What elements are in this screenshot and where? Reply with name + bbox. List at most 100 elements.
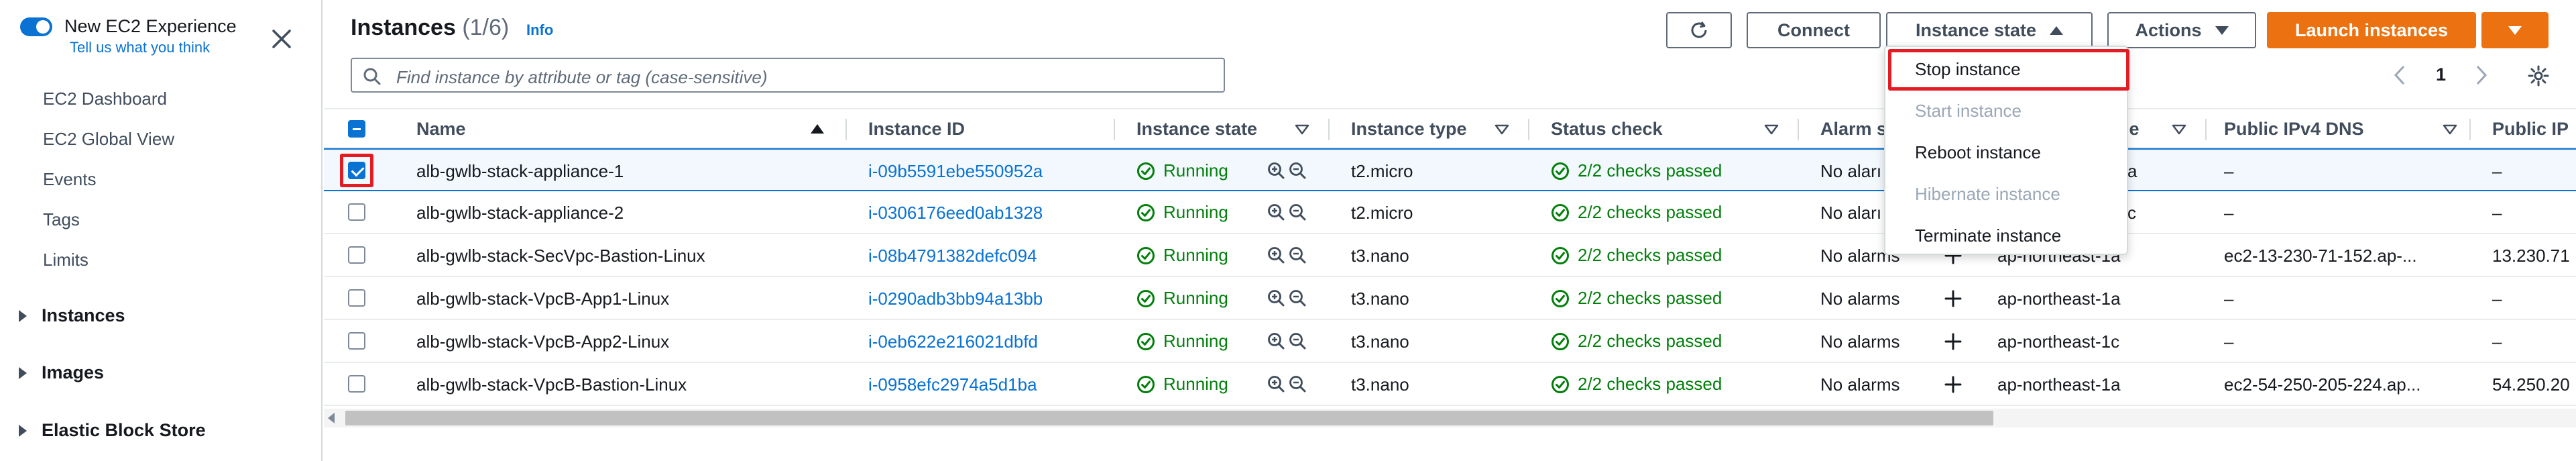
info-link[interactable]: Info: [526, 21, 553, 39]
new-experience-toggle[interactable]: [20, 17, 52, 36]
zoom-out-icon[interactable]: [1288, 203, 1307, 221]
table-row[interactable]: alb-gwlb-stack-VpcB-App2-Linux i-0eb622e2…: [324, 320, 2576, 363]
column-header-status-check[interactable]: Status check: [1551, 119, 1663, 140]
sidebar-section-images[interactable]: Images: [19, 362, 104, 383]
selection-count: (1/6): [462, 15, 510, 40]
column-header-public-ip[interactable]: Public IP: [2492, 119, 2569, 140]
instance-id-link[interactable]: i-0290adb3bb94a13bb: [868, 289, 1043, 309]
row-checkbox[interactable]: [348, 375, 365, 393]
column-header-alarm-status[interactable]: Alarm s: [1820, 119, 1887, 140]
instance-id-link[interactable]: i-0eb622e216021dbfd: [868, 331, 1038, 352]
menu-item-stop-instance[interactable]: Stop instance: [1915, 59, 2021, 80]
column-divider[interactable]: [1528, 119, 1529, 140]
caret-right-icon: [19, 366, 27, 379]
close-icon[interactable]: [268, 25, 295, 52]
refresh-button[interactable]: [1666, 12, 1732, 48]
public-ipv4-dns: ec2-13-230-71-152.ap-...: [2224, 246, 2417, 266]
zoom-in-icon[interactable]: [1267, 331, 1285, 350]
alarm-status: No alarms: [1820, 331, 1900, 352]
row-checkbox[interactable]: [348, 289, 365, 307]
sidebar-section-ebs[interactable]: Elastic Block Store: [19, 420, 206, 441]
horizontal-scrollbar[interactable]: [324, 409, 2576, 427]
chevron-left-icon[interactable]: [2393, 64, 2406, 86]
sidebar-section-instances[interactable]: Instances: [19, 305, 125, 326]
scroll-left-icon[interactable]: [328, 413, 335, 423]
connect-button[interactable]: Connect: [1747, 12, 1881, 48]
column-header-public-dns[interactable]: Public IPv4 DNS: [2224, 119, 2364, 140]
table-row[interactable]: alb-gwlb-stack-VpcB-App1-Linux i-0290adb3…: [324, 277, 2576, 320]
search-input[interactable]: Find instance by attribute or tag (case-…: [351, 58, 1225, 93]
zoom-out-icon[interactable]: [1288, 331, 1307, 350]
table-row[interactable]: alb-gwlb-stack-VpcB-Bastion-Linux i-0958e…: [324, 363, 2576, 406]
table-row[interactable]: alb-gwlb-stack-SecVpc-Bastion-Linux i-08b…: [324, 234, 2576, 277]
main-content: Instances (1/6) Info Connect Instance st…: [324, 0, 2576, 461]
column-divider[interactable]: [845, 119, 847, 140]
zoom-in-icon[interactable]: [1267, 161, 1285, 180]
instance-state-text: Running: [1163, 245, 1228, 265]
zoom-out-icon[interactable]: [1288, 374, 1307, 393]
zoom-in-icon[interactable]: [1267, 246, 1285, 264]
select-all-checkbox[interactable]: [348, 120, 365, 138]
launch-instances-button[interactable]: Launch instances: [2267, 12, 2476, 48]
zoom-in-icon[interactable]: [1267, 289, 1285, 307]
filter-icon[interactable]: [1295, 124, 1309, 135]
feedback-link[interactable]: Tell us what you think: [70, 39, 210, 56]
instance-name: alb-gwlb-stack-VpcB-App1-Linux: [416, 289, 670, 309]
menu-item-terminate-instance[interactable]: Terminate instance: [1915, 225, 2061, 246]
sidebar-item-ec2-dashboard[interactable]: EC2 Dashboard: [43, 89, 167, 109]
settings-icon[interactable]: [2527, 64, 2550, 87]
status-check-text: 2/2 checks passed: [1578, 331, 1722, 351]
public-ipv4-dns: –: [2224, 289, 2234, 309]
column-header-name[interactable]: Name: [416, 119, 466, 140]
check-circle-icon: [1552, 246, 1569, 264]
filter-icon[interactable]: [1495, 124, 1509, 135]
filter-icon[interactable]: [1764, 124, 1779, 135]
instance-id-link[interactable]: i-09b5591ebe550952a: [868, 161, 1043, 182]
menu-item-start-instance[interactable]: Start instance: [1915, 101, 2022, 121]
column-header-instance-id[interactable]: Instance ID: [868, 119, 965, 140]
zoom-in-icon[interactable]: [1267, 374, 1285, 393]
menu-item-hibernate-instance[interactable]: Hibernate instance: [1915, 184, 2060, 205]
chevron-right-icon[interactable]: [2475, 64, 2488, 86]
instance-id-link[interactable]: i-08b4791382defc094: [868, 246, 1037, 266]
state-zoom-controls: [1267, 374, 1309, 393]
sidebar-item-limits[interactable]: Limits: [43, 250, 89, 270]
row-checkbox[interactable]: [348, 332, 365, 350]
instance-id-link[interactable]: i-0958efc2974a5d1ba: [868, 374, 1037, 395]
table-row[interactable]: alb-gwlb-stack-appliance-1 i-09b5591ebe55…: [324, 148, 2576, 191]
filter-icon[interactable]: [2443, 124, 2457, 135]
row-checkbox[interactable]: [348, 203, 365, 221]
launch-dropdown-button[interactable]: [2481, 12, 2549, 48]
sidebar-item-events[interactable]: Events: [43, 169, 97, 190]
column-header-instance-state[interactable]: Instance state: [1136, 119, 1257, 140]
column-divider[interactable]: [1114, 119, 1115, 140]
status-check-text: 2/2 checks passed: [1578, 374, 1722, 394]
row-checkbox[interactable]: [348, 246, 365, 264]
filter-icon[interactable]: [2172, 124, 2186, 135]
column-header-instance-type[interactable]: Instance type: [1351, 119, 1467, 140]
zoom-out-icon[interactable]: [1288, 246, 1307, 264]
plus-icon[interactable]: [1944, 332, 1963, 351]
actions-button[interactable]: Actions: [2107, 12, 2256, 48]
menu-item-reboot-instance[interactable]: Reboot instance: [1915, 142, 2041, 163]
column-divider[interactable]: [1328, 119, 1330, 140]
scrollbar-thumb[interactable]: [345, 411, 1993, 425]
instance-id-link[interactable]: i-0306176eed0ab1328: [868, 203, 1043, 223]
plus-icon[interactable]: [1944, 289, 1963, 308]
zoom-out-icon[interactable]: [1288, 289, 1307, 307]
table-row[interactable]: alb-gwlb-stack-appliance-2 i-0306176eed0a…: [324, 191, 2576, 234]
plus-icon[interactable]: [1944, 375, 1963, 394]
sort-ascending-icon[interactable]: [811, 124, 824, 134]
sidebar-item-ec2-global-view[interactable]: EC2 Global View: [43, 129, 174, 150]
page-number[interactable]: 1: [2436, 64, 2446, 85]
public-ipv4-address: –: [2492, 161, 2502, 181]
column-divider[interactable]: [2205, 119, 2207, 140]
sidebar-item-tags[interactable]: Tags: [43, 209, 80, 230]
zoom-in-icon[interactable]: [1267, 203, 1285, 221]
column-divider[interactable]: [2469, 119, 2471, 140]
zoom-out-icon[interactable]: [1288, 161, 1307, 180]
caret-right-icon: [19, 309, 27, 322]
instance-state-button[interactable]: Instance state: [1886, 12, 2093, 48]
instance-name: alb-gwlb-stack-appliance-2: [416, 203, 624, 223]
column-divider[interactable]: [1798, 119, 1799, 140]
